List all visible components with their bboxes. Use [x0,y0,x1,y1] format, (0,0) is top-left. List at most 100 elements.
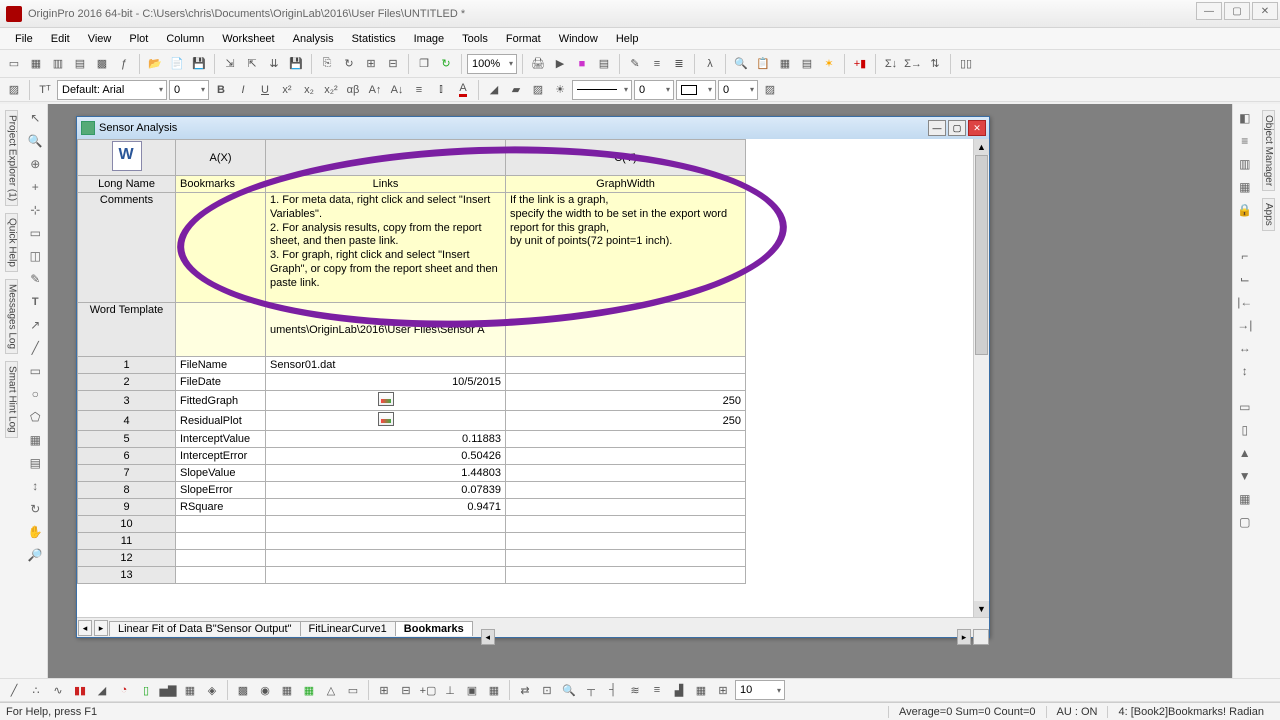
supersub-icon[interactable]: x₂² [321,80,341,100]
cell-a[interactable]: FittedGraph [176,391,266,411]
recalc-icon[interactable]: ↻ [339,54,359,74]
worksheet-grid[interactable]: A(X) C(Y) Long Name Bookmarks Links Grap… [77,139,746,584]
cell-a[interactable]: SlopeError [176,482,266,499]
cell-b[interactable] [266,411,506,431]
longname-a[interactable]: Bookmarks [176,176,266,193]
menu-image[interactable]: Image [405,30,454,48]
cell-a[interactable]: RSquare [176,499,266,516]
cell-c[interactable] [506,499,746,516]
labtalk-icon[interactable]: λ [700,54,720,74]
row-header[interactable]: 5 [78,431,176,448]
wordtemplate-a[interactable] [176,303,266,357]
cell-b[interactable]: 0.11883 [266,431,506,448]
insert-icon[interactable]: ▤ [25,453,45,473]
cell-c[interactable] [506,482,746,499]
cell-c[interactable] [506,516,746,533]
heatmap-icon[interactable]: ▦ [299,680,319,700]
cell-c[interactable] [506,567,746,584]
cell-b[interactable] [266,516,506,533]
cell-b[interactable]: 0.9471 [266,499,506,516]
copy-page-icon[interactable]: ❐ [414,54,434,74]
mask-points-icon[interactable]: ▦ [1235,177,1255,197]
ternary-icon[interactable]: △ [321,680,341,700]
rectangle-tool-icon[interactable]: ▭ [25,361,45,381]
center-v-icon[interactable]: ↕ [1235,361,1255,381]
batch-process-icon[interactable]: ⊟ [383,54,403,74]
cell-b[interactable]: 0.50426 [266,448,506,465]
mask-icon[interactable]: ▭ [25,223,45,243]
corner-cell[interactable] [78,140,176,176]
stats-on-rows-icon[interactable]: Σ→ [903,54,923,74]
data-selector-icon[interactable]: ⊹ [25,200,45,220]
wordtemplate-c[interactable] [506,303,746,357]
cell-a[interactable]: FileDate [176,374,266,391]
group-icon[interactable]: ▦ [1235,489,1255,509]
row-header[interactable]: 3 [78,391,176,411]
cell-a[interactable] [176,567,266,584]
rotate-icon[interactable]: ↻ [25,499,45,519]
superscript-icon[interactable]: Tᵀ [35,80,55,100]
video-icon[interactable]: ■ [572,54,592,74]
anti-alias-icon[interactable]: ◧ [1235,108,1255,128]
line-symbol-icon[interactable]: ∿ [48,680,68,700]
import-wizard-icon[interactable]: ⇲ [220,54,240,74]
layer-number-combo[interactable]: 10 [735,680,785,700]
row-header[interactable]: 7 [78,465,176,482]
col-a-header[interactable]: A(X) [176,140,266,176]
cell-a[interactable]: ResidualPlot [176,411,266,431]
add-new-columns-icon[interactable]: +▮ [850,54,870,74]
underline-icon[interactable]: U [255,80,275,100]
right-align-icon[interactable]: →| [1235,315,1255,335]
comments-c[interactable]: If the link is a graph, specify the widt… [506,193,746,303]
cell-b[interactable] [266,533,506,550]
fill-icon[interactable]: ▨ [4,80,24,100]
bottom-align-icon[interactable]: ⌙ [1235,269,1255,289]
offset-icon[interactable]: ≋ [625,680,645,700]
area-plot-icon[interactable]: ◢ [92,680,112,700]
quick-help-tab[interactable]: Quick Help [5,213,18,272]
zoom-pan-icon[interactable]: ✋ [25,522,45,542]
screen-reader-icon[interactable]: ⊕ [25,154,45,174]
child-close-button[interactable]: ✕ [968,120,986,136]
batch-icon[interactable]: ⎘ [317,54,337,74]
longname-b[interactable]: Links [266,176,506,193]
align-icon[interactable]: ≡ [409,80,429,100]
ungroup-icon[interactable]: ▢ [1235,512,1255,532]
zoom-in-icon[interactable]: 🔍 [25,131,45,151]
row-header[interactable]: 1 [78,357,176,374]
font-color-icon[interactable]: A [453,80,473,100]
cell-b[interactable]: 10/5/2015 [266,374,506,391]
stack-icon[interactable]: ▦ [180,680,200,700]
add-inset-icon[interactable]: ▣ [462,680,482,700]
cell-c[interactable]: 250 [506,391,746,411]
cell-a[interactable] [176,533,266,550]
stack-lines-icon[interactable]: ≡ [647,680,667,700]
bold-icon[interactable]: B [211,80,231,100]
add-column-icon[interactable]: ≡ [647,54,667,74]
comments-label[interactable]: Comments [78,193,176,303]
line-color-icon[interactable]: ◢ [484,80,504,100]
scroll-up-icon[interactable]: ▲ [974,139,989,155]
rescale-icon[interactable]: ↕ [25,476,45,496]
tab-nav-prev-icon[interactable]: ▸ [94,620,108,636]
arrow-tool-icon[interactable]: ↗ [25,315,45,335]
open-template-icon[interactable]: 📄 [167,54,187,74]
exchange-xy-icon[interactable]: ⇄ [515,680,535,700]
project-explorer-tab[interactable]: Project Explorer (1) [5,110,18,206]
scroll-thumb[interactable] [975,155,988,355]
pattern-icon[interactable]: ▨ [528,80,548,100]
marker-shape-combo[interactable] [676,80,716,100]
results-log-icon[interactable]: 📋 [753,54,773,74]
cell-b[interactable]: Sensor01.dat [266,357,506,374]
hscroll-right-icon[interactable]: ▸ [957,629,971,645]
polygon-tool-icon[interactable]: ⬠ [25,407,45,427]
template-icon[interactable]: ▭ [343,680,363,700]
messages-log-tab[interactable]: Messages Log [5,279,18,354]
image-plot-icon[interactable]: ▦ [277,680,297,700]
duplicate-icon[interactable]: ▤ [594,54,614,74]
script-window-icon[interactable]: ▤ [797,54,817,74]
cell-c[interactable] [506,431,746,448]
cell-a[interactable]: SlopeValue [176,465,266,482]
row-header[interactable]: 10 [78,516,176,533]
find-icon[interactable]: 🔍 [731,54,751,74]
